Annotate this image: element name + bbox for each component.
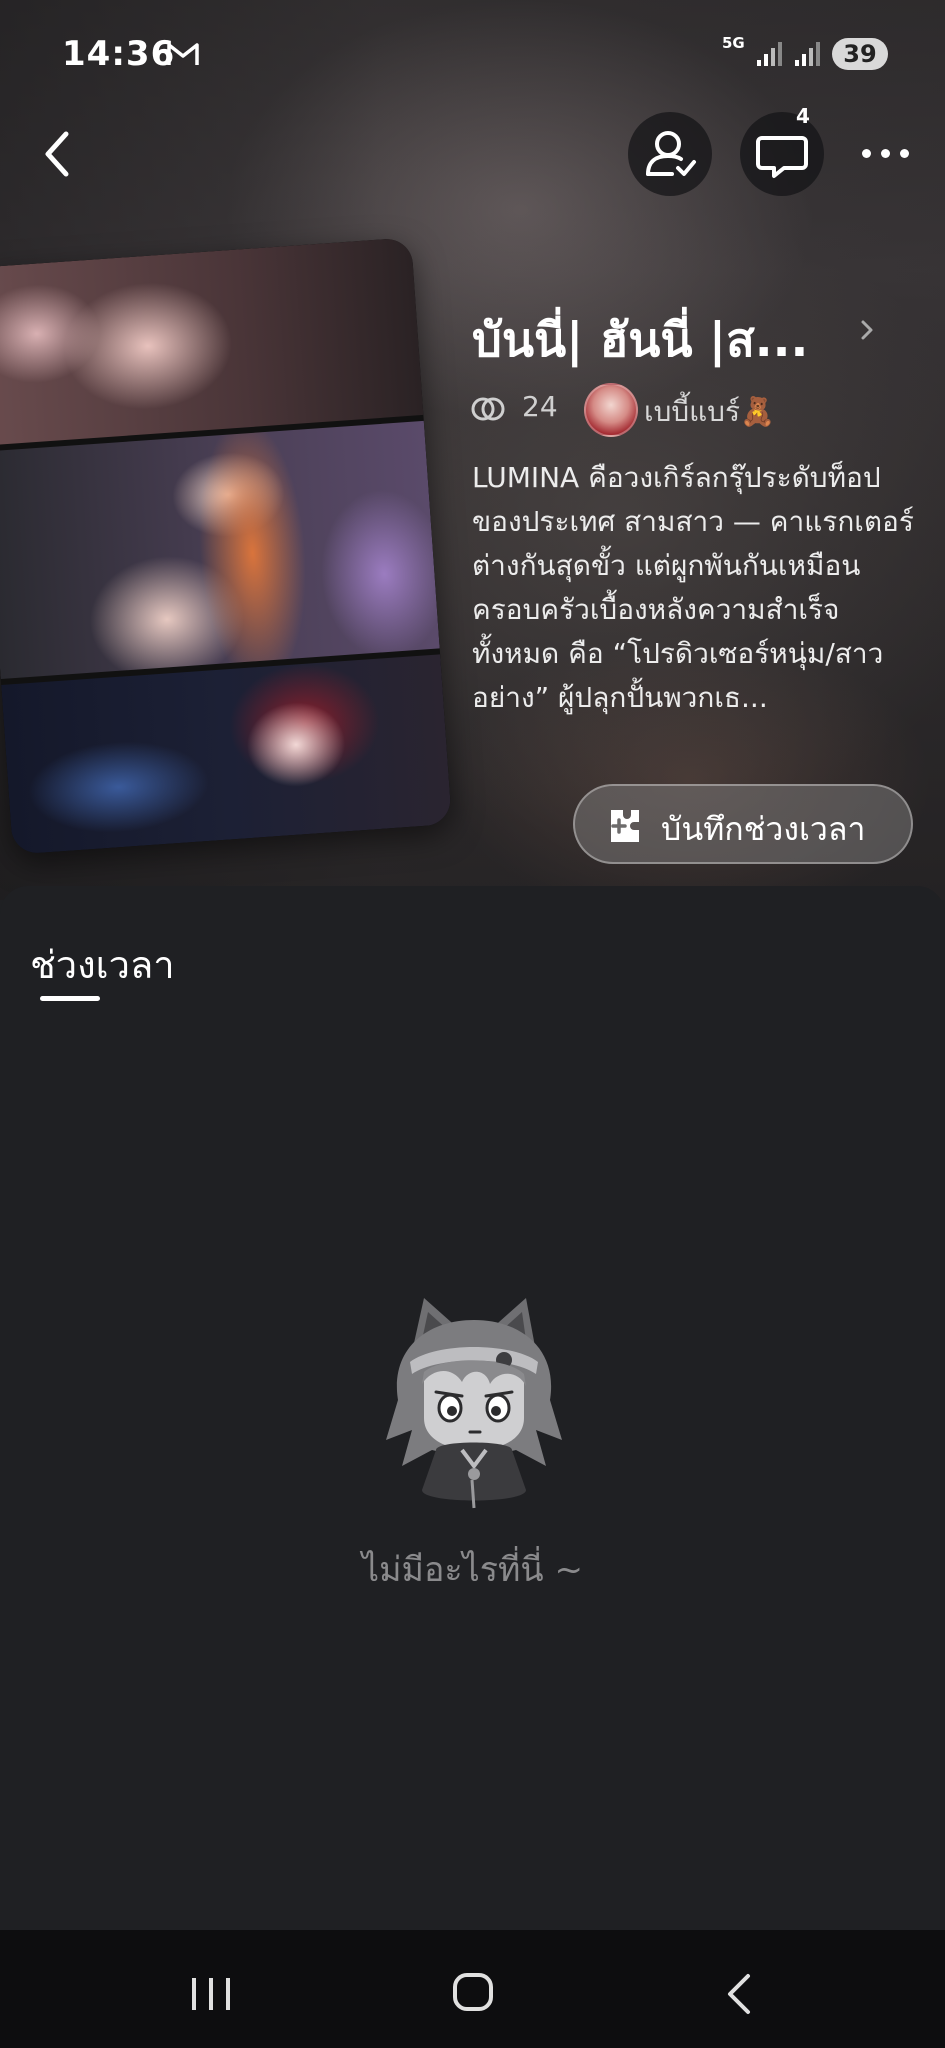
more-dot	[900, 149, 909, 158]
cover-image-middle	[0, 420, 440, 680]
puzzle-plus-icon	[611, 810, 639, 842]
author-avatar[interactable]	[584, 383, 638, 437]
tab-active-indicator	[40, 996, 100, 1001]
home-icon[interactable]	[452, 1972, 494, 2012]
more-dots-icon	[862, 149, 871, 158]
gmail-icon	[167, 43, 199, 65]
empty-state-text: ไม่มีอะไรที่นี่ ~	[362, 1550, 583, 1590]
battery-level: 39	[832, 38, 888, 70]
like-count: 24	[522, 390, 558, 423]
cover-image-top	[0, 237, 424, 446]
chat-bubble-icon	[756, 136, 808, 178]
system-navigation-bar	[0, 1930, 945, 2048]
follow-button[interactable]	[628, 112, 712, 196]
story-cover-collage[interactable]	[0, 237, 452, 855]
author-name[interactable]: เบบี้แบร์🧸	[644, 390, 775, 434]
tab-moments[interactable]: ช่วงเวลา	[30, 934, 175, 995]
signal-strength-icon	[757, 42, 782, 66]
more-dot	[881, 149, 890, 158]
network-type: 5G	[722, 34, 745, 52]
story-title[interactable]: บันนี่| ฮันนี่ |ส...	[472, 302, 872, 377]
record-moment-button[interactable]: บันทึกช่วงเวลา	[573, 784, 913, 864]
more-options-button[interactable]	[858, 136, 914, 172]
story-hero: 14:36 5G 39 4 บันนี่| ฮันนี่ |ส... 24 เบ…	[0, 0, 945, 900]
record-moment-label: บันทึกช่วงเวลา	[661, 810, 866, 848]
back-button[interactable]	[36, 122, 80, 186]
nav-back-icon[interactable]	[724, 1972, 754, 2016]
status-time: 14:36	[62, 34, 176, 74]
recent-apps-icon[interactable]	[188, 1976, 234, 2012]
signal-strength-2-icon	[795, 42, 820, 66]
moments-sheet: ช่วงเวลา ไม่มีอะไรที่นี่ ~	[0, 886, 945, 1930]
chat-button[interactable]	[740, 112, 824, 196]
story-description: LUMINA คือวงเกิร์ลกรุ๊ประดับท็อปของประเท…	[472, 461, 914, 714]
cover-image-bottom	[1, 654, 452, 855]
chevron-right-icon[interactable]	[856, 312, 880, 348]
link-rings-icon	[471, 397, 505, 421]
status-bar: 14:36 5G 39	[0, 0, 945, 110]
empty-state-mascot-icon	[386, 1298, 562, 1509]
user-check-icon	[646, 131, 696, 176]
chat-count-badge: 4	[796, 104, 810, 128]
